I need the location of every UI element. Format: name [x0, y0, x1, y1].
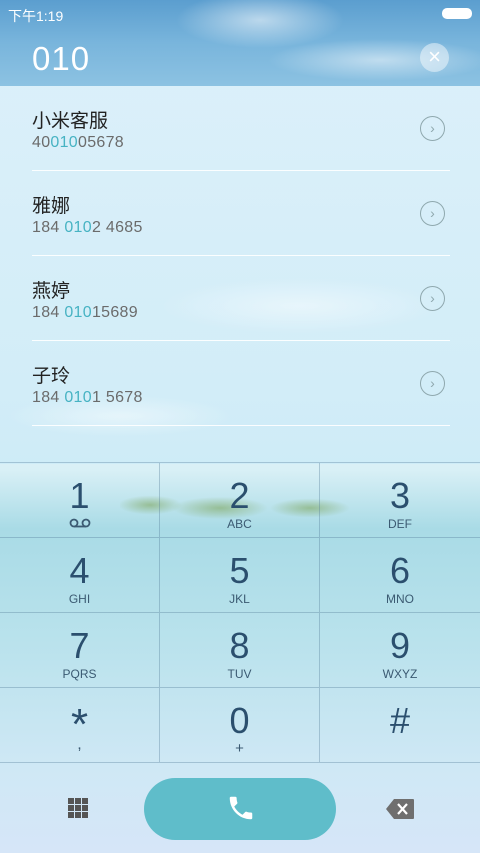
key-digit: 9	[389, 625, 411, 666]
phone-icon	[229, 796, 253, 820]
key-letters: PQRS	[62, 667, 97, 681]
number-match-highlight: 010	[64, 219, 92, 236]
key-letters: WXYZ	[382, 667, 418, 681]
key-digit: 0	[229, 700, 250, 741]
key-digit: 5	[229, 550, 250, 591]
backspace-icon[interactable]	[385, 798, 415, 825]
key-9[interactable]: 9 WXYZ	[320, 613, 480, 688]
call-button[interactable]	[144, 778, 336, 840]
dialed-number: 010	[32, 40, 91, 77]
contact-detail-button[interactable]: ›	[420, 116, 445, 141]
key-letters: MNO	[386, 592, 414, 606]
number-match-highlight: 010	[64, 389, 92, 406]
contact-number: 184 01015689	[32, 304, 138, 321]
key-letters: TUV	[227, 667, 252, 681]
voicemail-icon	[0, 515, 159, 531]
key-6[interactable]: 6 MNO	[320, 538, 480, 613]
battery-icon	[442, 8, 472, 19]
key-star[interactable]: * ,	[0, 688, 160, 763]
search-results-list: 小米客服 4001005678 › 雅娜 184 0102 4685 › 燕婷 …	[0, 86, 480, 464]
dialpad-grid-icon[interactable]	[66, 795, 92, 821]
contact-row[interactable]: 小米客服 4001005678 ›	[32, 86, 450, 171]
key-letters: ABC	[227, 517, 252, 531]
number-match-highlight: 010	[64, 304, 92, 321]
key-1[interactable]: 1	[0, 463, 160, 538]
bottom-action-bar	[0, 765, 480, 853]
close-icon: ×	[428, 44, 441, 69]
contact-name: 雅娜	[32, 196, 71, 217]
contact-row[interactable]: 子玲 184 0101 5678 ›	[32, 341, 450, 426]
key-hash[interactable]: #	[320, 688, 480, 763]
key-digit: #	[389, 700, 411, 741]
contact-name: 燕婷	[32, 281, 71, 302]
key-letters: ,	[77, 736, 82, 753]
key-digit: 1	[69, 475, 90, 516]
contact-name: 子玲	[32, 366, 71, 387]
status-time: 下午1:19	[8, 8, 64, 24]
key-0[interactable]: 0 +	[160, 688, 320, 763]
contact-number: 4001005678	[32, 134, 125, 151]
chevron-right-icon: ›	[430, 290, 435, 306]
contact-detail-button[interactable]: ›	[420, 371, 445, 396]
key-letters: DEF	[388, 517, 412, 531]
contact-number: 184 0102 4685	[32, 219, 143, 236]
key-digit: 3	[389, 475, 411, 516]
contact-number: 184 0101 5678	[32, 389, 143, 406]
key-7[interactable]: 7 PQRS	[0, 613, 160, 688]
key-digit: 2	[229, 475, 250, 516]
status-bar: 下午1:19	[0, 0, 480, 26]
key-4[interactable]: 4 GHI	[0, 538, 160, 613]
key-letters: JKL	[229, 592, 250, 606]
dialpad: 1 2 ABC 3 DEF 4 GHI 5 JKL 6 MNO 7 PQRS 8…	[0, 462, 480, 764]
key-2[interactable]: 2 ABC	[160, 463, 320, 538]
number-match-highlight: 010	[50, 134, 79, 151]
chevron-right-icon: ›	[430, 120, 435, 136]
contact-row[interactable]: 燕婷 184 01015689 ›	[32, 256, 450, 341]
contact-detail-button[interactable]: ›	[420, 286, 445, 311]
contact-row[interactable]: 雅娜 184 0102 4685 ›	[32, 171, 450, 256]
key-letters: GHI	[68, 592, 91, 606]
key-5[interactable]: 5 JKL	[160, 538, 320, 613]
key-8[interactable]: 8 TUV	[160, 613, 320, 688]
key-digit: 7	[69, 625, 90, 666]
key-digit: 4	[69, 550, 90, 591]
chevron-right-icon: ›	[430, 375, 435, 391]
key-digit: 6	[389, 550, 411, 591]
key-3[interactable]: 3 DEF	[320, 463, 480, 538]
key-letters: +	[235, 740, 244, 757]
contact-detail-button[interactable]: ›	[420, 201, 445, 226]
key-digit: 8	[229, 625, 250, 666]
chevron-right-icon: ›	[430, 205, 435, 221]
contact-name: 小米客服	[32, 111, 109, 132]
clear-input-button[interactable]: ×	[420, 43, 449, 72]
